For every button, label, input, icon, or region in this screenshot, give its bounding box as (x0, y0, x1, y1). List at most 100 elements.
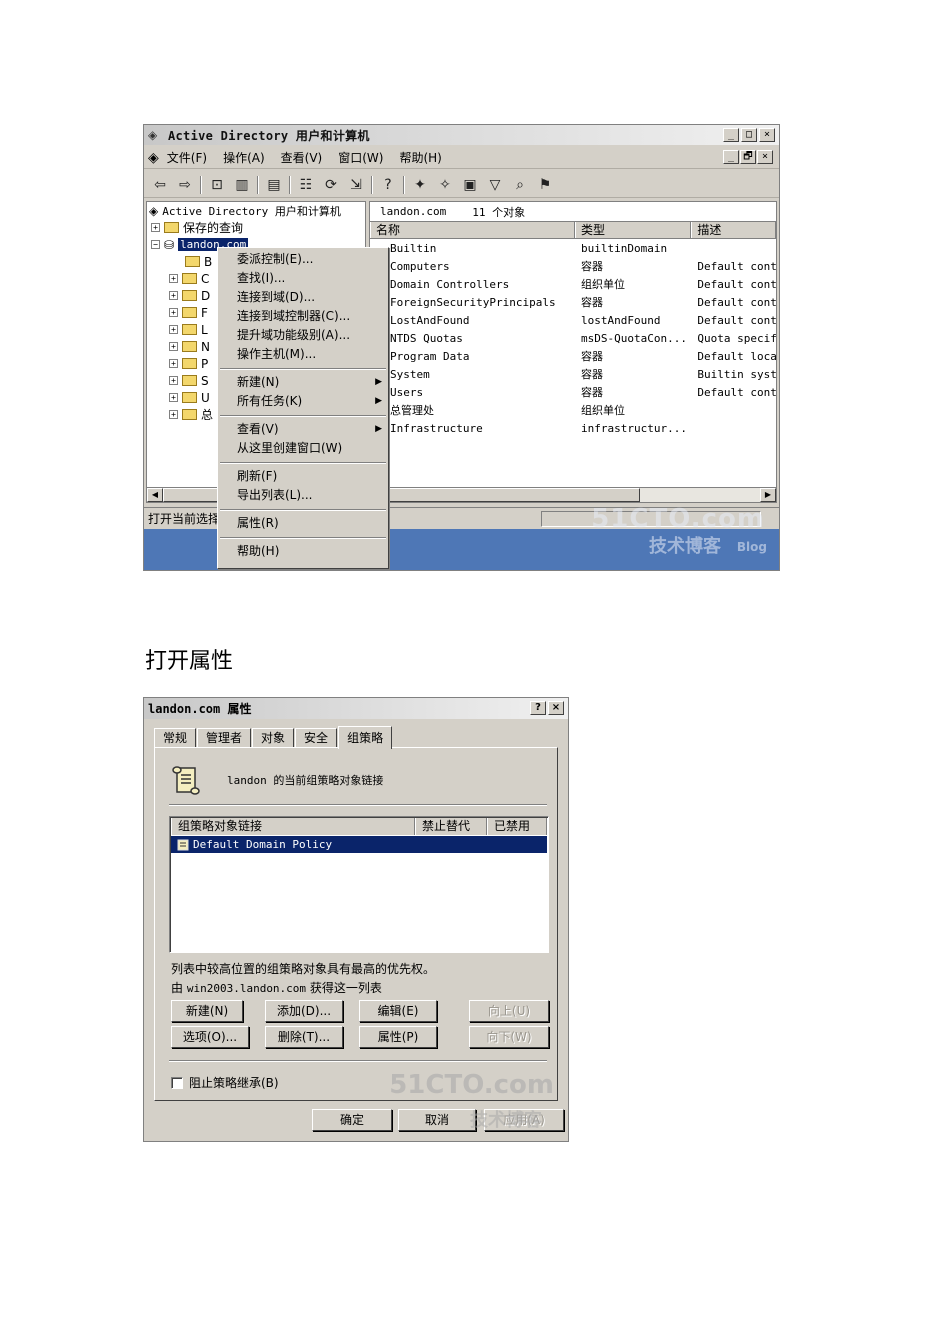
add-to-group-icon[interactable]: ⚑ (535, 175, 555, 195)
expand-icon[interactable]: + (169, 291, 178, 300)
menu-item-help[interactable]: 帮助(H) (218, 542, 388, 561)
expand-icon[interactable]: + (151, 223, 160, 232)
ok-button[interactable]: 确定 (312, 1109, 392, 1131)
help-icon[interactable]: ? (378, 175, 398, 195)
expand-icon[interactable]: + (169, 359, 178, 368)
list-row[interactable]: System 容器 Builtin syst (370, 365, 776, 383)
scroll-right-icon[interactable]: ▶ (760, 488, 776, 502)
gpo-row-selected[interactable]: Default Domain Policy (171, 836, 547, 853)
tree-root[interactable]: ◈ Active Directory 用户和计算机 (147, 202, 365, 219)
list-row[interactable]: Builtin builtinDomain (370, 239, 776, 257)
move-down-button[interactable]: 向下(W) (469, 1026, 549, 1048)
list-row[interactable]: Computers 容器 Default cont (370, 257, 776, 275)
menu-item-new[interactable]: 新建(N) ▶ (218, 373, 388, 392)
tab-security[interactable]: 安全 (295, 728, 338, 748)
list-row[interactable]: Infrastructure infrastructur... (370, 419, 776, 437)
up-level-icon[interactable]: ⊡ (207, 175, 227, 195)
submenu-arrow-icon: ▶ (375, 377, 382, 387)
child-minimize-button[interactable]: _ (723, 150, 739, 164)
gpo-list-header: 组策略对象链接 禁止替代 已禁用 (171, 818, 547, 835)
column-no-override[interactable]: 禁止替代 (415, 818, 487, 835)
new-group-icon[interactable]: ✧ (435, 175, 455, 195)
checkbox-box[interactable] (171, 1076, 183, 1089)
child-close-button[interactable]: × (757, 150, 773, 164)
delete-icon[interactable]: ▤ (264, 175, 284, 195)
child-restore-button[interactable]: 🗗 (740, 150, 756, 164)
scroll-left-icon[interactable]: ◀ (147, 488, 163, 502)
list-row[interactable]: Domain Controllers 组织单位 Default cont (370, 275, 776, 293)
menu-view[interactable]: 查看(V) (281, 149, 323, 166)
delete-gpo-button[interactable]: 删除(T)... (265, 1026, 343, 1048)
filter-icon[interactable]: ▽ (485, 175, 505, 195)
menu-item-operations-masters[interactable]: 操作主机(M)... (218, 345, 388, 364)
column-type[interactable]: 类型 (574, 222, 692, 238)
menu-item-properties[interactable]: 属性(R) (218, 514, 388, 533)
tab-managed-by[interactable]: 管理者 (197, 728, 252, 748)
gpo-link-list[interactable]: 组策略对象链接 禁止替代 已禁用 Default Domain Policy (169, 816, 549, 953)
expand-icon[interactable]: + (169, 342, 178, 351)
menu-item-find[interactable]: 查找(I)... (218, 269, 388, 288)
menu-item-delegate[interactable]: 委派控制(E)... (218, 250, 388, 269)
expand-icon[interactable]: + (169, 393, 178, 402)
menu-item-view[interactable]: 查看(V) ▶ (218, 420, 388, 439)
menu-item-refresh[interactable]: 刷新(F) (218, 467, 388, 486)
list-row[interactable]: LostAndFound lostAndFound Default cont (370, 311, 776, 329)
tree-item-saved-queries[interactable]: + 保存的查询 (147, 219, 365, 236)
column-description[interactable]: 描述 (691, 222, 776, 238)
find-icon[interactable]: ⌕ (510, 175, 530, 195)
tab-object[interactable]: 对象 (252, 728, 295, 748)
tab-general[interactable]: 常规 (154, 728, 197, 748)
column-name[interactable]: 名称 (370, 222, 575, 238)
column-disabled[interactable]: 已禁用 (487, 818, 547, 835)
move-up-button[interactable]: 向上(U) (469, 1000, 549, 1022)
new-ou-icon[interactable]: ▣ (460, 175, 480, 195)
gpo-properties-button[interactable]: 属性(P) (359, 1026, 437, 1048)
menu-separator (220, 533, 386, 542)
close-button[interactable]: × (759, 128, 775, 142)
menu-help[interactable]: 帮助(H) (399, 149, 441, 166)
minimize-button[interactable]: _ (723, 128, 739, 142)
cancel-button[interactable]: 取消 (398, 1109, 476, 1131)
folder-icon (182, 392, 197, 403)
collapse-icon[interactable]: − (151, 240, 160, 249)
properties-icon[interactable]: ☷ (296, 175, 316, 195)
expand-icon[interactable]: + (169, 376, 178, 385)
dialog-close-button[interactable]: × (548, 701, 564, 715)
export-icon[interactable]: ⇲ (346, 175, 366, 195)
new-user-icon[interactable]: ✦ (410, 175, 430, 195)
expand-icon[interactable]: + (169, 274, 178, 283)
list-row[interactable]: Program Data 容器 Default loca (370, 347, 776, 365)
menu-item-raise-level[interactable]: 提升域功能级别(A)... (218, 326, 388, 345)
list-row[interactable]: 总管理处 组织单位 (370, 401, 776, 419)
menu-item-connect-domain[interactable]: 连接到域(D)... (218, 288, 388, 307)
column-gpo-links[interactable]: 组策略对象链接 (171, 818, 415, 835)
forward-icon[interactable]: ⇨ (175, 175, 195, 195)
edit-gpo-button[interactable]: 编辑(E) (359, 1000, 437, 1022)
menu-file[interactable]: 文件(F) (167, 149, 207, 166)
menu-item-all-tasks[interactable]: 所有任务(K) ▶ (218, 392, 388, 411)
add-gpo-button[interactable]: 添加(D)... (265, 1000, 343, 1022)
tab-group-policy[interactable]: 组策略 (338, 726, 393, 749)
options-button[interactable]: 选项(O)... (171, 1026, 249, 1048)
menu-window[interactable]: 窗口(W) (338, 149, 383, 166)
show-tree-icon[interactable]: ▥ (232, 175, 252, 195)
expand-icon[interactable]: + (169, 410, 178, 419)
menu-item-export-list[interactable]: 导出列表(L)... (218, 486, 388, 505)
submenu-arrow-icon: ▶ (375, 424, 382, 434)
new-gpo-button[interactable]: 新建(N) (171, 1000, 243, 1022)
maximize-button[interactable]: □ (741, 128, 757, 142)
list-row[interactable]: ForeignSecurityPrincipals 容器 Default cont (370, 293, 776, 311)
help-button[interactable]: ? (530, 701, 546, 715)
menu-action[interactable]: 操作(A) (223, 149, 265, 166)
block-inheritance-checkbox[interactable]: 阻止策略继承(B) (171, 1074, 279, 1091)
menu-item-new-window[interactable]: 从这里创建窗口(W) (218, 439, 388, 458)
refresh-icon[interactable]: ⟳ (321, 175, 341, 195)
back-icon[interactable]: ⇦ (150, 175, 170, 195)
list-row[interactable]: Users 容器 Default cont (370, 383, 776, 401)
menu-item-connect-dc[interactable]: 连接到域控制器(C)... (218, 307, 388, 326)
expand-icon[interactable]: + (169, 308, 178, 317)
caption-text: 打开属性 (145, 649, 234, 674)
expand-icon[interactable]: + (169, 325, 178, 334)
list-row[interactable]: NTDS Quotas msDS-QuotaCon... Quota specif (370, 329, 776, 347)
gpo-header: landon 的当前组策略对象链接 (171, 764, 383, 796)
